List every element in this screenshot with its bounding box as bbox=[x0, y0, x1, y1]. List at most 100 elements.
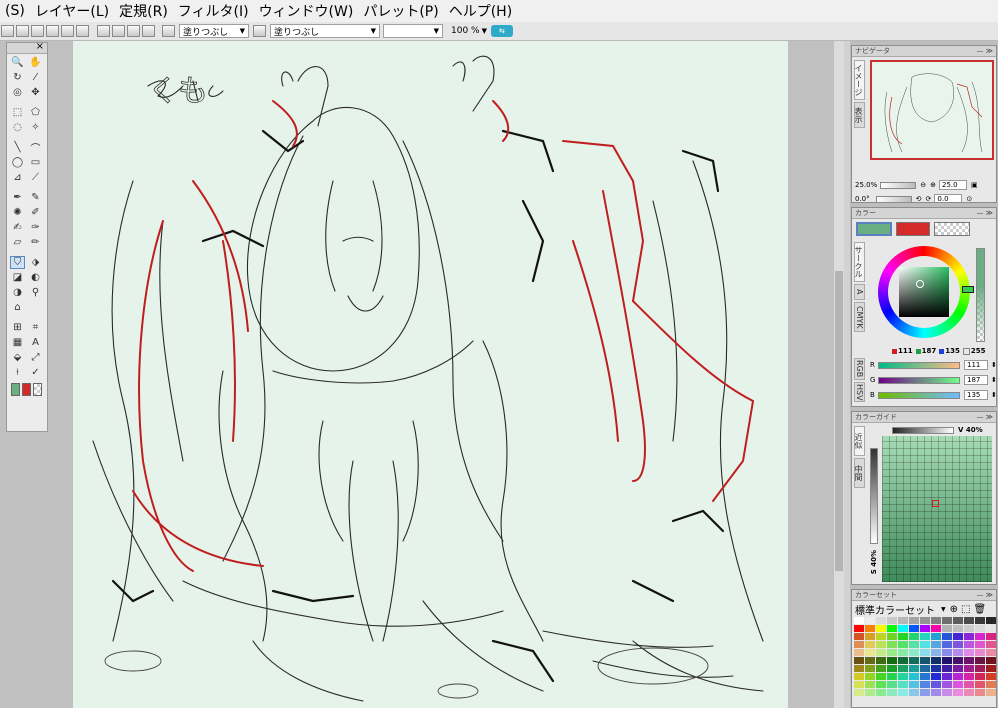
menu-help[interactable]: ヘルプ(H) bbox=[444, 1, 517, 21]
palette-swatch[interactable] bbox=[975, 665, 985, 672]
palette-swatch[interactable] bbox=[964, 625, 974, 632]
color-guide-grid[interactable] bbox=[882, 436, 992, 582]
palette-swatch[interactable] bbox=[909, 665, 919, 672]
palette-swatch[interactable] bbox=[876, 625, 886, 632]
palette-swatch[interactable] bbox=[942, 665, 952, 672]
palette-swatch[interactable] bbox=[854, 657, 864, 664]
scrollbar-thumb[interactable] bbox=[835, 271, 843, 571]
palette-swatch[interactable] bbox=[964, 681, 974, 688]
palette-swatch[interactable] bbox=[931, 681, 941, 688]
palette-swatch[interactable] bbox=[920, 633, 930, 640]
search-icon[interactable]: ⚲ bbox=[28, 286, 43, 299]
palette-swatch[interactable] bbox=[986, 657, 996, 664]
palette-swatch[interactable] bbox=[854, 649, 864, 656]
hand-icon[interactable]: ✋ bbox=[28, 56, 43, 69]
curve-icon[interactable]: ⌒ bbox=[28, 141, 43, 155]
palette-swatch[interactable] bbox=[942, 681, 952, 688]
rotate-icon[interactable]: ↻ bbox=[10, 71, 25, 84]
navigator-thumbnail[interactable] bbox=[870, 60, 994, 160]
palette-swatch[interactable] bbox=[854, 633, 864, 640]
lasso-icon[interactable]: ◌ bbox=[10, 121, 25, 134]
menu-ruler[interactable]: 定規(R) bbox=[114, 1, 173, 21]
brush-icon-2[interactable] bbox=[253, 25, 266, 37]
view-icon-4[interactable] bbox=[142, 25, 155, 37]
hue-cursor[interactable] bbox=[962, 286, 974, 293]
palette-swatch[interactable] bbox=[964, 665, 974, 672]
guide-cursor[interactable] bbox=[932, 500, 939, 507]
palette-swatch[interactable] bbox=[887, 689, 897, 696]
vertical-scrollbar[interactable] bbox=[834, 41, 844, 708]
ellipse-shape-icon[interactable]: ◯ bbox=[10, 156, 25, 169]
palette-swatch[interactable] bbox=[953, 689, 963, 696]
palette-swatch[interactable] bbox=[931, 617, 941, 624]
zoom-value-field[interactable]: 25.0 bbox=[939, 180, 967, 190]
palette-swatch[interactable] bbox=[876, 641, 886, 648]
palette-swatch[interactable] bbox=[887, 649, 897, 656]
palette-swatch[interactable] bbox=[931, 641, 941, 648]
zoom-select[interactable]: 100 % bbox=[451, 26, 480, 36]
palette-swatch[interactable] bbox=[876, 665, 886, 672]
layer-move-icon[interactable]: ◎ bbox=[10, 86, 25, 99]
palette-swatch[interactable] bbox=[887, 665, 897, 672]
palette-swatch[interactable] bbox=[975, 689, 985, 696]
palette-swatch[interactable] bbox=[909, 633, 919, 640]
palette-swatch[interactable] bbox=[909, 657, 919, 664]
palette-swatch[interactable] bbox=[986, 625, 996, 632]
palette-swatch[interactable] bbox=[942, 689, 952, 696]
transparent-color-box[interactable] bbox=[934, 222, 970, 236]
rect-select-icon[interactable]: ⬚ bbox=[10, 106, 25, 119]
palette-swatch[interactable] bbox=[964, 633, 974, 640]
palette-swatch[interactable] bbox=[986, 633, 996, 640]
palette-swatch[interactable] bbox=[909, 625, 919, 632]
palette-swatch[interactable] bbox=[876, 673, 886, 680]
palette-swatch[interactable] bbox=[854, 681, 864, 688]
watercolor-icon[interactable]: ✑ bbox=[28, 221, 43, 234]
smudge-icon[interactable]: ◐ bbox=[28, 271, 43, 284]
sub-color-box[interactable] bbox=[896, 222, 930, 236]
palette-swatch[interactable] bbox=[865, 689, 875, 696]
delete-color-icon[interactable]: 🗑 bbox=[973, 604, 986, 615]
palette-swatch[interactable] bbox=[975, 681, 985, 688]
palette-swatch[interactable] bbox=[887, 625, 897, 632]
rectangle-shape-icon[interactable]: ▭ bbox=[28, 156, 43, 169]
palette-swatch[interactable] bbox=[920, 657, 930, 664]
transparent-swatch[interactable] bbox=[33, 383, 42, 396]
fill-select-icon[interactable]: ⬗ bbox=[28, 256, 43, 269]
zoom-out-icon[interactable]: ⊖ bbox=[920, 181, 926, 189]
tab-circle[interactable]: サークル bbox=[854, 242, 865, 282]
palette-swatch[interactable] bbox=[986, 681, 996, 688]
palette-swatch[interactable] bbox=[898, 617, 908, 624]
palette-swatch[interactable] bbox=[986, 665, 996, 672]
palette-swatch[interactable] bbox=[964, 657, 974, 664]
gradient-icon[interactable]: ◪ bbox=[10, 271, 25, 284]
palette-swatch[interactable] bbox=[865, 625, 875, 632]
tool-option-icon-4[interactable] bbox=[46, 25, 59, 37]
palette-swatch[interactable] bbox=[942, 657, 952, 664]
palette-swatch[interactable] bbox=[931, 689, 941, 696]
palette-swatch[interactable] bbox=[942, 617, 952, 624]
zoom-slider[interactable] bbox=[880, 181, 917, 189]
palette-swatch[interactable] bbox=[942, 641, 952, 648]
palette-swatch[interactable] bbox=[942, 633, 952, 640]
palette-swatch[interactable] bbox=[964, 689, 974, 696]
palette-swatch[interactable] bbox=[898, 641, 908, 648]
palette-swatch[interactable] bbox=[854, 689, 864, 696]
palette-swatch[interactable] bbox=[986, 641, 996, 648]
palette-swatch[interactable] bbox=[931, 665, 941, 672]
palette-swatch[interactable] bbox=[920, 617, 930, 624]
palette-swatch[interactable] bbox=[931, 625, 941, 632]
palette-swatch[interactable] bbox=[898, 681, 908, 688]
replace-color-icon[interactable]: ⬚ bbox=[961, 604, 970, 615]
view-icon-2[interactable] bbox=[112, 25, 125, 37]
tab-approx[interactable]: 近似 bbox=[854, 426, 865, 456]
palette-swatch[interactable] bbox=[942, 625, 952, 632]
magic-wand-icon[interactable]: ✧ bbox=[28, 121, 43, 134]
menu-layer[interactable]: レイヤー(L) bbox=[30, 1, 114, 21]
palette-swatch[interactable] bbox=[975, 673, 985, 680]
reset-icon[interactable]: ⊙ bbox=[966, 195, 972, 202]
alpha-bar[interactable] bbox=[976, 248, 985, 342]
palette-swatch[interactable] bbox=[942, 649, 952, 656]
rotate-left-icon[interactable]: ⟲ bbox=[916, 195, 922, 202]
tool-option-icon-3[interactable] bbox=[31, 25, 44, 37]
palette-swatch[interactable] bbox=[898, 689, 908, 696]
